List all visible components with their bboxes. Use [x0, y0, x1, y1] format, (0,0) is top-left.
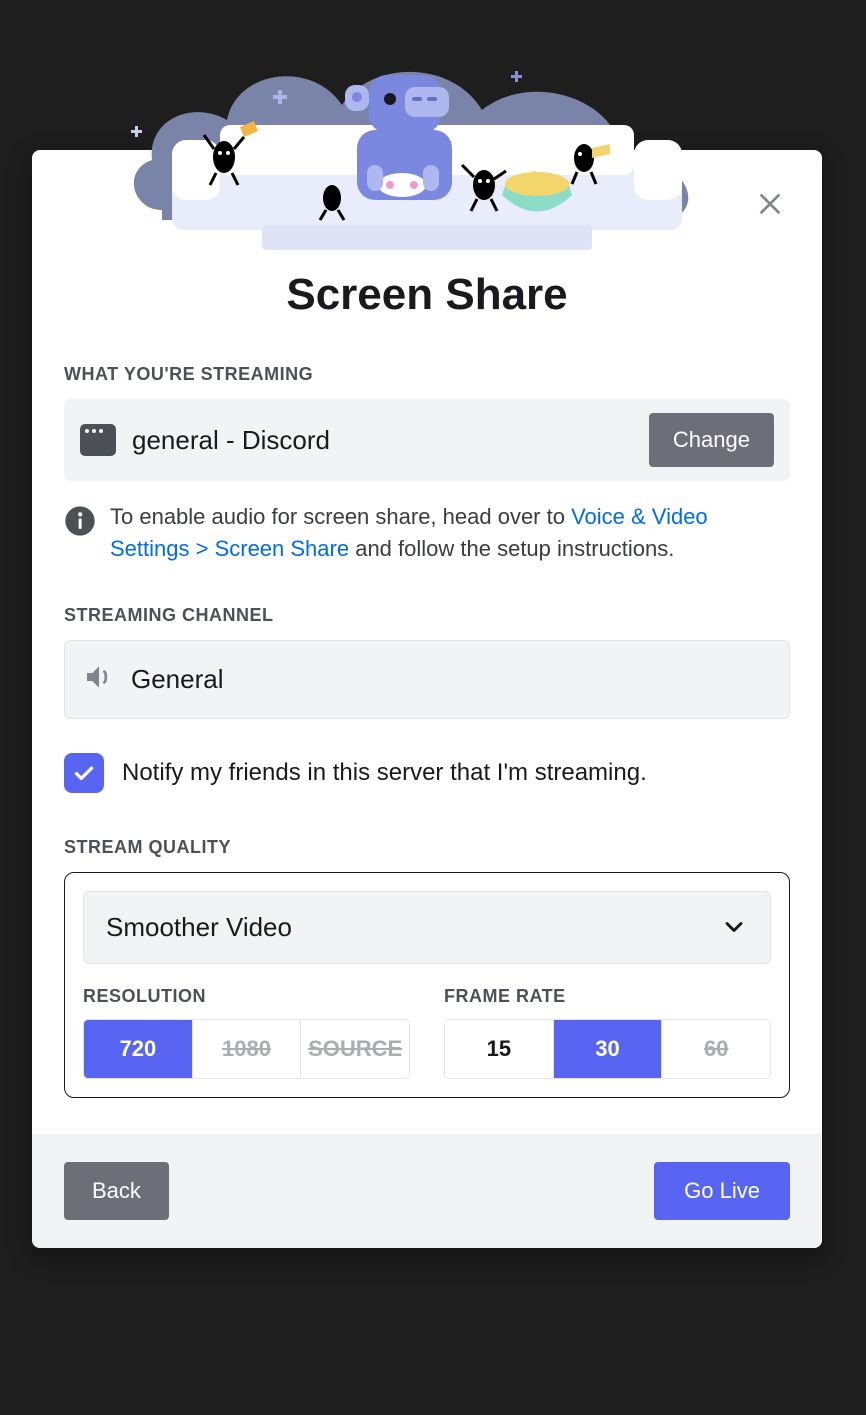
- notify-checkbox[interactable]: [64, 753, 104, 793]
- speaker-icon: [83, 661, 115, 698]
- change-button[interactable]: Change: [649, 413, 774, 467]
- quality-section-label: STREAM QUALITY: [64, 837, 790, 858]
- resolution-label: RESOLUTION: [83, 986, 410, 1007]
- framerate-segment: 15 30 60: [444, 1019, 771, 1079]
- notify-label: Notify my friends in this server that I'…: [122, 759, 647, 787]
- info-icon: [64, 505, 96, 542]
- info-text-after: and follow the setup instructions.: [349, 536, 674, 561]
- modal-footer: Back Go Live: [32, 1134, 822, 1248]
- channel-section-label: STREAMING CHANNEL: [64, 605, 790, 626]
- audio-info-row: To enable audio for screen share, head o…: [64, 501, 790, 565]
- source-name: general - Discord: [132, 425, 633, 456]
- streaming-section-label: WHAT YOU'RE STREAMING: [64, 364, 790, 385]
- audio-info-text: To enable audio for screen share, head o…: [110, 501, 790, 565]
- resolution-1080[interactable]: 1080: [193, 1020, 302, 1078]
- quality-preset-label: Smoother Video: [106, 912, 292, 943]
- channel-name: General: [131, 664, 224, 695]
- resolution-720[interactable]: 720: [84, 1020, 193, 1078]
- notify-checkbox-row[interactable]: Notify my friends in this server that I'…: [64, 753, 790, 793]
- checkmark-icon: [71, 760, 97, 786]
- window-icon: [80, 424, 116, 456]
- quality-box: Smoother Video RESOLUTION 720 1080 SOURC…: [64, 872, 790, 1098]
- screen-share-modal: Screen Share WHAT YOU'RE STREAMING gener…: [32, 150, 822, 1248]
- quality-preset-select[interactable]: Smoother Video: [83, 891, 771, 964]
- modal-title: Screen Share: [64, 270, 790, 320]
- framerate-60[interactable]: 60: [662, 1020, 770, 1078]
- close-button[interactable]: [748, 180, 792, 224]
- channel-card[interactable]: General: [64, 640, 790, 719]
- framerate-15[interactable]: 15: [445, 1020, 554, 1078]
- resolution-segment: 720 1080 SOURCE: [83, 1019, 410, 1079]
- back-button[interactable]: Back: [64, 1162, 169, 1220]
- framerate-label: FRAME RATE: [444, 986, 771, 1007]
- info-text-before: To enable audio for screen share, head o…: [110, 504, 571, 529]
- go-live-button[interactable]: Go Live: [654, 1162, 790, 1220]
- resolution-source[interactable]: SOURCE: [301, 1020, 409, 1078]
- chevron-down-icon: [720, 913, 748, 941]
- close-icon: [754, 186, 786, 218]
- source-card: general - Discord Change: [64, 399, 790, 481]
- framerate-30[interactable]: 30: [554, 1020, 663, 1078]
